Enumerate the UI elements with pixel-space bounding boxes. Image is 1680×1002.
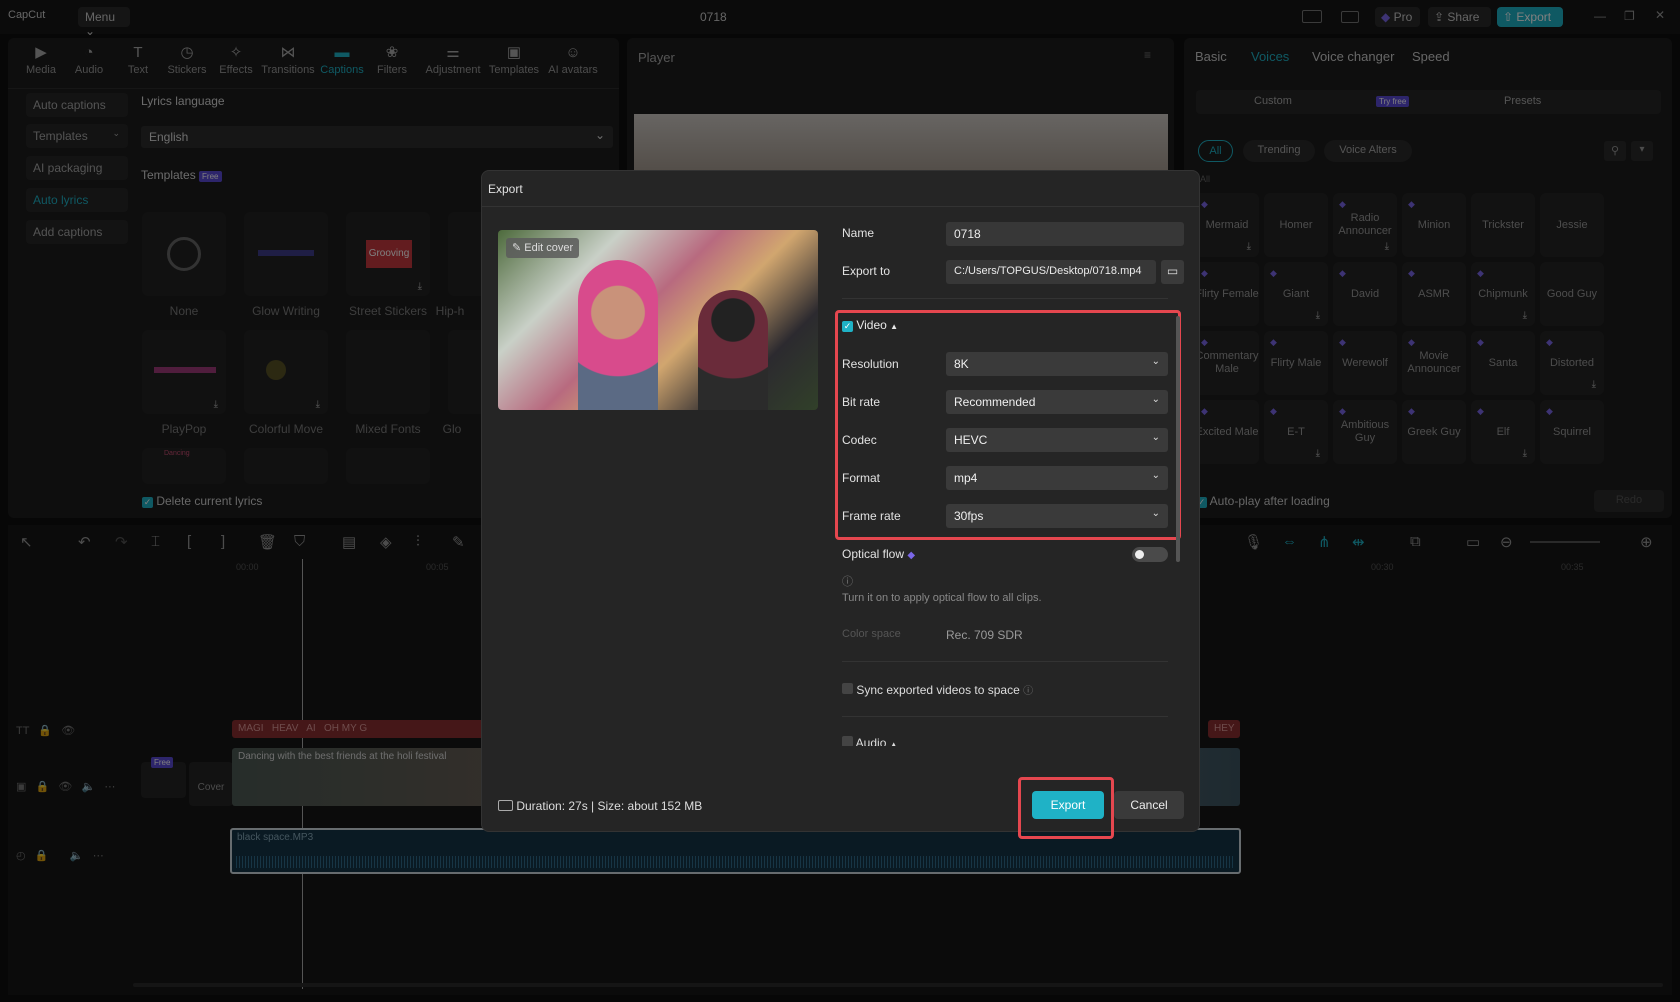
divider	[842, 716, 1168, 717]
color-space-label: Color space	[842, 628, 901, 640]
dialog-scrollbar[interactable]	[1176, 316, 1180, 562]
edit-cover-label: Edit cover	[524, 242, 574, 254]
checkbox-unchecked-icon	[842, 736, 853, 746]
sync-label: Sync exported videos to space	[856, 683, 1020, 697]
optical-flow-toggle[interactable]	[1132, 547, 1168, 562]
export-summary: Duration: 27s | Size: about 152 MB	[498, 799, 702, 813]
folder-icon[interactable]: ▭	[1161, 260, 1184, 284]
export-path-input[interactable]: C:/Users/TOPGUS/Desktop/0718.mp4	[946, 260, 1156, 284]
color-space-value: Rec. 709 SDR	[946, 628, 1023, 642]
audio-section-toggle[interactable]: Audio ▲	[842, 736, 898, 746]
divider	[842, 661, 1168, 662]
dialog-title: Export	[488, 182, 523, 196]
cover-image: ✎ Edit cover	[498, 230, 818, 410]
chevron-up-icon: ▲	[889, 740, 898, 746]
info-icon: ⓘ	[1023, 686, 1034, 697]
divider	[842, 298, 1168, 299]
edit-cover-button[interactable]: ✎ Edit cover	[506, 238, 580, 258]
optical-flow-text: Optical flow	[842, 547, 905, 561]
person-figure	[578, 260, 658, 410]
optical-flow-hint: Turn it on to apply optical flow to all …	[842, 592, 1042, 604]
person-figure	[698, 290, 768, 410]
info-icon[interactable]: ⓘ	[842, 573, 853, 589]
audio-section-label: Audio	[855, 736, 887, 746]
export-summary-text: Duration: 27s | Size: about 152 MB	[516, 799, 703, 813]
toggle-knob	[1135, 550, 1144, 559]
optical-flow-label: Optical flow ◆	[842, 547, 915, 561]
pencil-icon: ✎	[512, 242, 522, 254]
video-settings-highlight	[835, 310, 1181, 540]
cancel-button[interactable]: Cancel	[1114, 791, 1184, 819]
gem-icon: ◆	[907, 550, 916, 561]
export-to-label: Export to	[842, 264, 891, 278]
divider	[482, 206, 1199, 207]
sync-option[interactable]: Sync exported videos to space ⓘ	[842, 682, 1033, 697]
name-label: Name	[842, 226, 875, 240]
checkbox-unchecked-icon	[842, 683, 853, 694]
name-input[interactable]: 0718	[946, 222, 1184, 246]
film-icon	[498, 800, 513, 811]
export-button-highlight	[1018, 777, 1114, 839]
